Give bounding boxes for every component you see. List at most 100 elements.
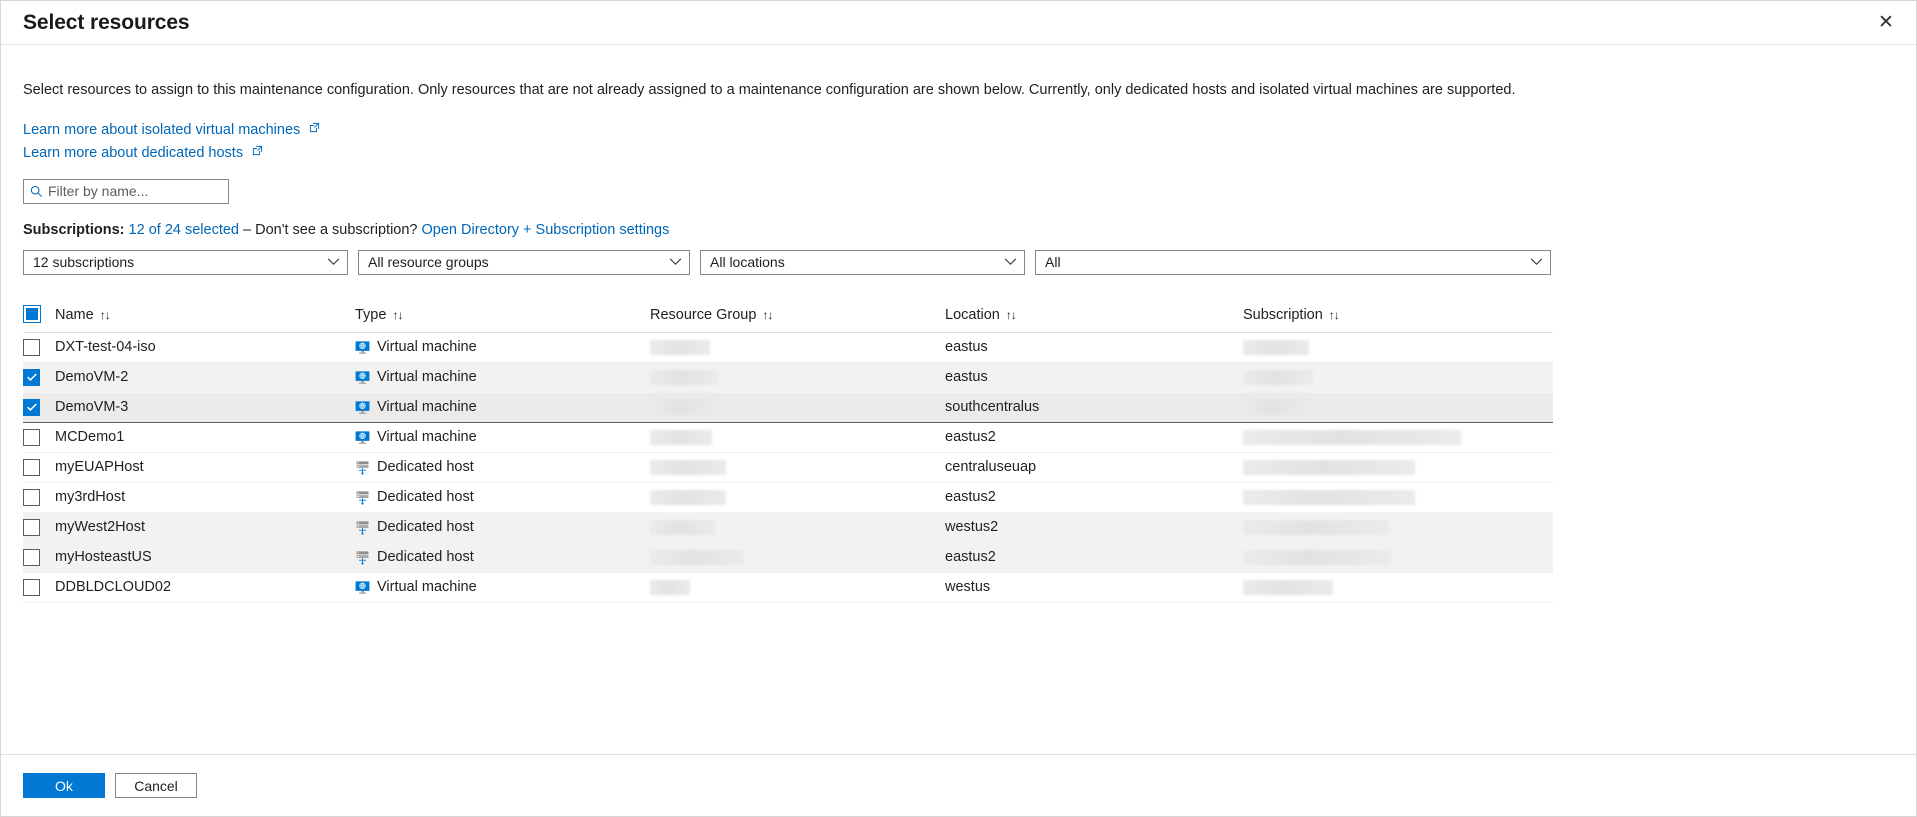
row-checkbox[interactable] xyxy=(23,338,40,356)
subscriptions-label: Subscriptions: xyxy=(23,221,125,238)
cell-resource-group xyxy=(650,572,945,602)
table-row[interactable]: DemoVM-3 Virtual machine southcentralus xyxy=(23,392,1553,423)
ok-button[interactable]: Ok xyxy=(23,773,105,798)
row-checkbox[interactable] xyxy=(23,548,40,566)
sort-icon: ↑↓ xyxy=(392,307,403,322)
subscriptions-selected-link[interactable]: 12 of 24 selected xyxy=(129,222,239,238)
cell-resource-type-label: Virtual machine xyxy=(377,339,477,356)
table-row[interactable]: myWest2Host Dedicated host westus2 xyxy=(23,512,1553,543)
link-isolated-virtual-machines[interactable]: Learn more about isolated virtual machin… xyxy=(23,119,320,141)
cell-resource-type-label: Dedicated host xyxy=(377,459,474,476)
cancel-button[interactable]: Cancel xyxy=(115,773,197,798)
external-link-icon xyxy=(252,142,263,163)
panel-body: Select resources to assign to this maint… xyxy=(1,45,1916,754)
link-row-dedicated-hosts: Learn more about dedicated hosts xyxy=(23,142,1894,164)
virtual-machine-icon xyxy=(355,370,370,385)
column-header-name[interactable]: Name ↑↓ xyxy=(55,304,355,333)
row-select-cell xyxy=(23,572,55,602)
cell-resource-type: Virtual machine xyxy=(355,332,650,362)
column-header-location[interactable]: Location ↑↓ xyxy=(945,304,1243,333)
dedicated-host-icon xyxy=(355,460,370,475)
type-filter-dropdown[interactable]: All xyxy=(1035,249,1551,275)
cell-resource-name: myWest2Host xyxy=(55,519,145,536)
link-row-isolated-vms: Learn more about isolated virtual machin… xyxy=(23,119,1894,141)
select-all-checkbox[interactable] xyxy=(23,304,41,323)
cell-resource-name: DDBLDCLOUD02 xyxy=(55,579,172,596)
cell-resource-name: DemoVM-2 xyxy=(55,369,129,386)
column-header-resource-group[interactable]: Resource Group ↑↓ xyxy=(650,304,945,333)
external-link-icon xyxy=(309,119,320,140)
link-isolated-virtual-machines-label: Learn more about isolated virtual machin… xyxy=(23,121,301,138)
cell-location: eastus xyxy=(945,339,988,356)
row-checkbox[interactable] xyxy=(23,368,40,386)
chevron-down-icon xyxy=(1004,258,1017,266)
redacted-value xyxy=(650,490,726,506)
search-icon xyxy=(24,185,48,198)
cell-resource-type: Virtual machine xyxy=(355,362,650,392)
cell-resource-type-label: Dedicated host xyxy=(377,489,474,506)
table-row[interactable]: DDBLDCLOUD02 Virtual machine westus xyxy=(23,572,1553,603)
redacted-value xyxy=(650,580,690,596)
filter-by-name-box[interactable] xyxy=(23,178,233,204)
indeterminate-square-icon xyxy=(26,307,38,320)
link-dedicated-hosts-label: Learn more about dedicated hosts xyxy=(23,144,244,161)
cell-resource-name: DemoVM-3 xyxy=(55,399,129,416)
column-header-resource-group-label: Resource Group xyxy=(650,306,757,323)
redacted-value xyxy=(1243,370,1313,386)
row-checkbox[interactable] xyxy=(23,458,40,476)
column-header-type-label: Type xyxy=(355,306,387,323)
table-body: DXT-test-04-iso Virtual machine eastus Demo… xyxy=(23,332,1553,603)
cell-resource-type: Virtual machine xyxy=(355,422,650,452)
dedicated-host-icon xyxy=(355,520,370,535)
cell-resource-group xyxy=(650,422,945,452)
redacted-value xyxy=(650,370,718,386)
column-header-subscription-label: Subscription xyxy=(1243,306,1323,323)
row-checkbox[interactable] xyxy=(23,518,40,536)
close-icon[interactable]: ✕ xyxy=(1870,7,1902,39)
column-header-type[interactable]: Type ↑↓ xyxy=(355,304,650,333)
resource-group-filter-value: All resource groups xyxy=(368,254,489,271)
column-header-location-label: Location xyxy=(945,306,1000,323)
row-checkbox[interactable] xyxy=(23,428,40,446)
cell-resource-group xyxy=(650,542,945,572)
search-input[interactable] xyxy=(48,180,233,202)
subscription-filter-dropdown[interactable]: 12 subscriptions xyxy=(23,249,348,275)
cell-resource-group xyxy=(650,452,945,482)
cell-resource-type: Dedicated host xyxy=(355,512,650,542)
row-checkbox[interactable] xyxy=(23,488,40,506)
table-row[interactable]: DXT-test-04-iso Virtual machine eastus xyxy=(23,332,1553,363)
virtual-machine-icon xyxy=(355,580,370,595)
table-header-row: Name ↑↓ Type ↑↓ Resource Group ↑↓ Locati… xyxy=(23,304,1553,333)
location-filter-dropdown[interactable]: All locations xyxy=(700,249,1025,275)
redacted-value xyxy=(650,520,716,536)
link-dedicated-hosts[interactable]: Learn more about dedicated hosts xyxy=(23,142,263,164)
dedicated-host-icon xyxy=(355,490,370,505)
learn-more-links: Learn more about isolated virtual machin… xyxy=(23,119,1894,164)
table-row[interactable]: myEUAPHost Dedicated host centraluseuap xyxy=(23,452,1553,483)
redacted-value xyxy=(1243,460,1415,476)
cell-location: eastus xyxy=(945,369,988,386)
table-row[interactable]: myHosteastUS Dedicated host eastus2 xyxy=(23,542,1553,573)
resources-table: Name ↑↓ Type ↑↓ Resource Group ↑↓ Locati… xyxy=(23,304,1553,603)
row-checkbox[interactable] xyxy=(23,578,40,596)
redacted-value xyxy=(650,460,726,476)
cell-resource-name: myEUAPHost xyxy=(55,459,144,476)
cell-location: westus2 xyxy=(945,519,999,536)
subscriptions-line: Subscriptions: 12 of 24 selected – Don't… xyxy=(23,222,1894,238)
open-directory-subscription-settings-link[interactable]: Open Directory + Subscription settings xyxy=(422,222,670,238)
cell-resource-group xyxy=(650,362,945,392)
cell-resource-type: Dedicated host xyxy=(355,482,650,512)
row-checkbox[interactable] xyxy=(23,398,40,416)
type-filter-value: All xyxy=(1045,254,1061,271)
table-row[interactable]: my3rdHost Dedicated host eastus2 xyxy=(23,482,1553,513)
column-header-subscription[interactable]: Subscription ↑↓ xyxy=(1243,304,1553,333)
redacted-value xyxy=(1243,520,1389,536)
redacted-value xyxy=(1243,550,1391,566)
table-row[interactable]: MCDemo1 Virtual machine eastus2 xyxy=(23,422,1553,453)
redacted-value xyxy=(1243,400,1311,416)
table-row[interactable]: DemoVM-2 Virtual machine eastus xyxy=(23,362,1553,393)
redacted-value xyxy=(1243,340,1309,356)
intro-description: Select resources to assign to this maint… xyxy=(23,82,1516,98)
resource-group-filter-dropdown[interactable]: All resource groups xyxy=(358,249,690,275)
cell-resource-group xyxy=(650,332,945,362)
